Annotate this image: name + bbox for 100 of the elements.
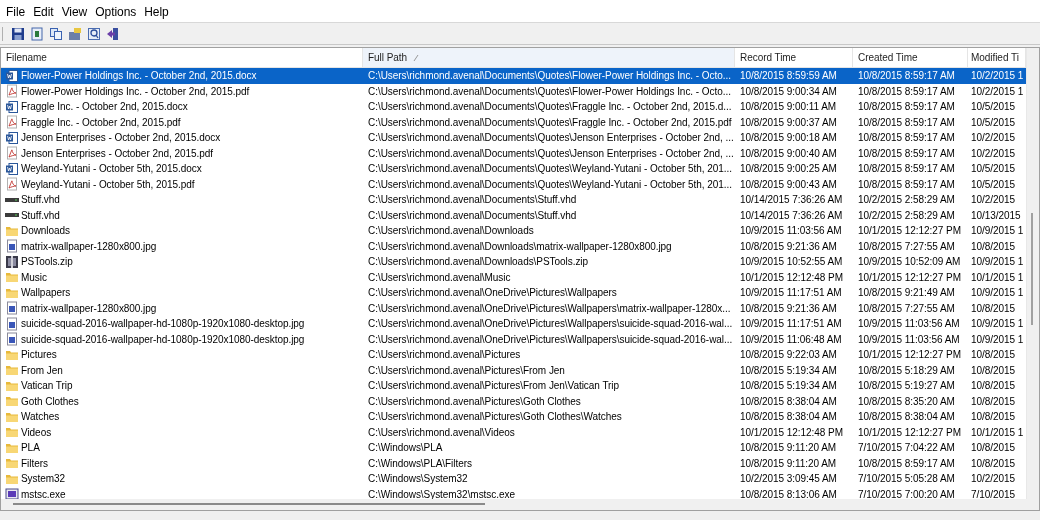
copy-icon: [49, 26, 63, 41]
table-cell: 7/10/2015 5:05:28 AM: [858, 473, 955, 485]
table-row[interactable]: Vatican Trip C:\Users\richmond.avenal\Pictures\From Jen\Vatican Trip 10/8/2015 5:19:34 AM 10/8/2015 5:19:27 AM 10/8/2015: [1, 378, 1026, 394]
column-header[interactable]: Full Path: [363, 48, 735, 67]
table-row[interactable]: Weyland-Yutani - October 5th, 2015.pdf C:\Users\richmond.avenal\Documents\Quotes\Weyland-Yutani - October 5th, 201... 10/8/2015 9:00:43 AM 10/8/2015 8:59:17 AM 10/5/2015: [1, 176, 1026, 192]
table-cell: Weyland-Yutani - October 5th, 2015.pdf: [21, 178, 195, 190]
table-row[interactable]: Flower-Power Holdings Inc. - October 2nd, 2015.docx C:\Users\richmond.avenal\Documents\Quotes\Flower-Power Holdings Inc. - Octo... 10/8/2015 8:59:59 AM 10/8/2015 8:59:17 AM 10/2/2015 1: [1, 68, 1026, 84]
table-cell: 10/5/2015: [971, 178, 1016, 190]
vertical-scrollbar[interactable]: [1026, 48, 1039, 499]
menu-item[interactable]: View: [59, 5, 94, 19]
table-row[interactable]: Wallpapers C:\Users\richmond.avenal\OneDrive\Pictures\Wallpapers 10/9/2015 11:17:51 AM 10/8/2015 9:21:49 AM 10/9/2015 1: [1, 285, 1026, 301]
table-cell: Stuff.vhd: [21, 209, 60, 221]
table-cell: Flower-Power Holdings Inc. - October 2nd, 2015.docx: [21, 70, 257, 82]
pdf-document-icon: [5, 177, 19, 192]
table-cell: C:\Users\richmond.avenal\Downloads: [368, 225, 534, 237]
table-cell: 10/8/2015 8:59:17 AM: [858, 85, 955, 97]
table-cell: 10/9/2015 1: [971, 225, 1024, 237]
table-row[interactable]: Flower-Power Holdings Inc. - October 2nd, 2015.pdf C:\Users\richmond.avenal\Documents\Quotes\Flower-Power Holdings Inc. - Octo... 10/8/2015 9:00:34 AM 10/8/2015 8:59:17 AM 10/2/2015 1: [1, 83, 1026, 99]
table-row[interactable]: Videos C:\Users\richmond.avenal\Videos 10/1/2015 12:12:48 PM 10/1/2015 12:12:27 PM 10/1/2015 1: [1, 424, 1026, 440]
table-cell: C:\Users\richmond.avenal\Music: [368, 271, 511, 283]
table-row[interactable]: Stuff.vhd C:\Users\richmond.avenal\Documents\Stuff.vhd 10/14/2015 7:36:26 AM 10/2/2015 2:58:29 AM 10/13/2015: [1, 207, 1026, 223]
table-row[interactable]: PLA C:\Windows\PLA 10/8/2015 9:11:20 AM 7/10/2015 7:04:22 AM 10/8/2015: [1, 440, 1026, 456]
table-cell: matrix-wallpaper-1280x800.jpg: [21, 302, 157, 314]
table-row[interactable]: Weyland-Yutani - October 5th, 2015.docx C:\Users\richmond.avenal\Documents\Quotes\Weyland-Yutani - October 5th, 201... 10/8/2015 9:00:25 AM 10/8/2015 8:59:17 AM 10/5/2015: [1, 161, 1026, 177]
table-cell: 10/8/2015 9:00:40 AM: [740, 147, 837, 159]
table-cell: 10/9/2015 11:17:51 AM: [740, 287, 842, 299]
table-cell: 10/1/2015 1: [971, 271, 1024, 283]
table-cell: C:\Users\richmond.avenal\Pictures\Goth Clothes\Watches: [368, 411, 622, 423]
table-row[interactable]: Fraggle Inc. - October 2nd, 2015.docx C:\Users\richmond.avenal\Documents\Quotes\Fraggle Inc. - October 2nd, 2015.d... 10/8/2015 9:00:11 AM 10/8/2015 8:59:17 AM 10/5/2015: [1, 99, 1026, 115]
table-cell: 10/8/2015: [971, 380, 1016, 392]
table-row[interactable]: Goth Clothes C:\Users\richmond.avenal\Pictures\Goth Clothes 10/8/2015 8:38:04 AM 10/8/2015 8:35:20 AM 10/8/2015: [1, 393, 1026, 409]
table-cell: Wallpapers: [21, 287, 71, 299]
scrollbar-thumb[interactable]: [1031, 213, 1033, 325]
table-cell: System32: [21, 473, 66, 485]
table-cell: 10/8/2015 5:19:34 AM: [740, 380, 837, 392]
table-cell: 10/5/2015: [971, 163, 1016, 175]
table-cell: 10/9/2015 1: [971, 318, 1024, 330]
menu-item[interactable]: Edit: [31, 5, 60, 19]
table-cell: C:\Users\richmond.avenal\Documents\Quotes\Flower-Power Holdings Inc. - Octo...: [368, 70, 731, 82]
archive-icon: [5, 254, 19, 269]
column-header[interactable]: Created Time: [853, 48, 968, 67]
table-cell: 10/8/2015 8:38:04 AM: [740, 411, 837, 423]
table-row[interactable]: mstsc.exe C:\Windows\System32\mstsc.exe 10/8/2015 8:13:06 AM 7/10/2015 7:00:20 AM 7/10/2015: [1, 486, 1026, 499]
table-cell: C:\Windows\System32\mstsc.exe: [368, 488, 515, 499]
scrollbar-thumb[interactable]: [13, 503, 485, 505]
menu-item[interactable]: Options: [93, 5, 143, 19]
table-cell: 10/2/2015: [971, 132, 1016, 144]
table-cell: PLA: [21, 442, 40, 454]
table-row[interactable]: System32 C:\Windows\System32 10/2/2015 3:09:45 AM 7/10/2015 5:05:28 AM 10/2/2015: [1, 471, 1026, 487]
table-cell: Music: [21, 271, 47, 283]
drive-icon: [5, 197, 19, 202]
sort-indicator-icon: [413, 53, 419, 62]
table-cell: 10/5/2015: [971, 101, 1016, 113]
refresh-button[interactable]: [29, 24, 45, 43]
table-cell: 10/8/2015 9:00:43 AM: [740, 178, 837, 190]
table-cell: 10/8/2015 9:11:20 AM: [740, 442, 837, 454]
table-cell: 10/8/2015: [971, 442, 1016, 454]
table-row[interactable]: Pictures C:\Users\richmond.avenal\Pictures 10/8/2015 9:22:03 AM 10/1/2015 12:12:27 PM 10/8/2015: [1, 347, 1026, 363]
table-cell: 10/1/2015 12:12:27 PM: [858, 349, 961, 361]
menu-item[interactable]: Help: [142, 5, 175, 19]
table-cell: 10/8/2015 8:59:17 AM: [858, 116, 955, 128]
table-cell: 10/5/2015: [971, 116, 1016, 128]
table-row[interactable]: From Jen C:\Users\richmond.avenal\Pictures\From Jen 10/8/2015 5:19:34 AM 10/8/2015 5:18:29 AM 10/8/2015: [1, 362, 1026, 378]
table-cell: 10/1/2015 12:12:27 PM: [858, 426, 961, 438]
drive-icon: [5, 213, 19, 218]
table-row[interactable]: Jenson Enterprises - October 2nd, 2015.pdf C:\Users\richmond.avenal\Documents\Quotes\Jenson Enterprises - October 2nd, ... 10/8/2015 9:00:40 AM 10/8/2015 8:59:17 AM 10/2/2015: [1, 145, 1026, 161]
table-cell: 10/8/2015 8:59:59 AM: [740, 70, 837, 82]
table-cell: Goth Clothes: [21, 395, 79, 407]
table-row[interactable]: Watches C:\Users\richmond.avenal\Pictures\Goth Clothes\Watches 10/8/2015 8:38:04 AM 10/8/2015 8:38:04 AM 10/8/2015: [1, 409, 1026, 425]
application-icon: [5, 487, 19, 499]
table-row[interactable]: suicide-squad-2016-wallpaper-hd-1080p-1920x1080-desktop.jpg C:\Users\richmond.avenal\OneDrive\Pictures\Wallpapers\suicide-squad-2016-wal... 10/9/2015 11:17:51 AM 10/9/2015 11:03:56 AM 10/9/2015 1: [1, 316, 1026, 332]
table-row[interactable]: matrix-wallpaper-1280x800.jpg C:\Users\richmond.avenal\Downloads\matrix-wallpaper-1280x800.jpg 10/8/2015 9:21:36 AM 10/8/2015 7:27:55 AM 10/8/2015: [1, 238, 1026, 254]
table-row[interactable]: Music C:\Users\richmond.avenal\Music 10/1/2015 12:12:48 PM 10/1/2015 12:12:27 PM 10/1/2015 1: [1, 269, 1026, 285]
table-cell: 10/8/2015 8:59:17 AM: [858, 163, 955, 175]
table-cell: C:\Users\richmond.avenal\Documents\Quotes\Flower-Power Holdings Inc. - Octo...: [368, 85, 731, 97]
table-cell: C:\Users\richmond.avenal\Documents\Quotes\Fraggle Inc. - October 2nd, 2015.d...: [368, 101, 732, 113]
table-cell: C:\Windows\PLA\Filters: [368, 457, 472, 469]
table-cell: 10/1/2015 1: [971, 426, 1024, 438]
table-row[interactable]: Stuff.vhd C:\Users\richmond.avenal\Documents\Stuff.vhd 10/14/2015 7:36:26 AM 10/2/2015 2:58:29 AM 10/2/2015: [1, 192, 1026, 208]
horizontal-scrollbar[interactable]: [0, 499, 1040, 510]
menu-item[interactable]: File: [4, 5, 32, 19]
table-row[interactable]: matrix-wallpaper-1280x800.jpg C:\Users\richmond.avenal\OneDrive\Pictures\Wallpapers\matrix-wallpaper-1280x... 10/8/2015 9:21:36 AM 10/8/2015 7:27:55 AM 10/8/2015: [1, 300, 1026, 316]
table-row[interactable]: Filters C:\Windows\PLA\Filters 10/8/2015 9:11:20 AM 10/8/2015 8:59:17 AM 10/8/2015: [1, 455, 1026, 471]
table-cell: 10/8/2015 9:00:37 AM: [740, 116, 837, 128]
table-row[interactable]: Downloads C:\Users\richmond.avenal\Downloads 10/9/2015 11:03:56 AM 10/1/2015 12:12:27 PM 10/9/2015 1: [1, 223, 1026, 239]
pdf-document-icon: [5, 84, 19, 99]
table-cell: 10/8/2015 9:00:18 AM: [740, 132, 837, 144]
table-row[interactable]: suicide-squad-2016-wallpaper-hd-1080p-1920x1080-desktop.jpg C:\Users\richmond.avenal\OneDrive\Pictures\Wallpapers\suicide-squad-2016-wal... 10/9/2015 11:06:48 AM 10/9/2015 11:03:56 AM 10/9/2015 1: [1, 331, 1026, 347]
table-row[interactable]: Fraggle Inc. - October 2nd, 2015.pdf C:\Users\richmond.avenal\Documents\Quotes\Fraggle Inc. - October 2nd, 2015.pdf 10/8/2015 9:00:37 AM 10/8/2015 8:59:17 AM 10/5/2015: [1, 114, 1026, 130]
table-cell: 10/9/2015 10:52:55 AM: [740, 256, 843, 268]
table-cell: 10/8/2015 8:38:04 AM: [858, 411, 955, 423]
table-cell: 10/8/2015: [971, 364, 1016, 376]
table-row[interactable]: PSTools.zip C:\Users\richmond.avenal\Downloads\PSTools.zip 10/9/2015 10:52:55 AM 10/9/2015 10:52:09 AM 10/9/2015 1: [1, 254, 1026, 270]
column-header[interactable]: Record Time: [735, 48, 853, 67]
word-document-icon: [5, 68, 19, 83]
table-cell: 10/8/2015 8:59:17 AM: [858, 457, 955, 469]
table-cell: 10/2/2015: [971, 194, 1016, 206]
table-row[interactable]: Jenson Enterprises - October 2nd, 2015.docx C:\Users\richmond.avenal\Documents\Quotes\Jenson Enterprises - October 2nd, ... 10/8/2015 9:00:18 AM 10/8/2015 8:59:17 AM 10/2/2015: [1, 130, 1026, 146]
image-file-icon: [5, 301, 19, 316]
word-document-icon: [5, 161, 19, 176]
